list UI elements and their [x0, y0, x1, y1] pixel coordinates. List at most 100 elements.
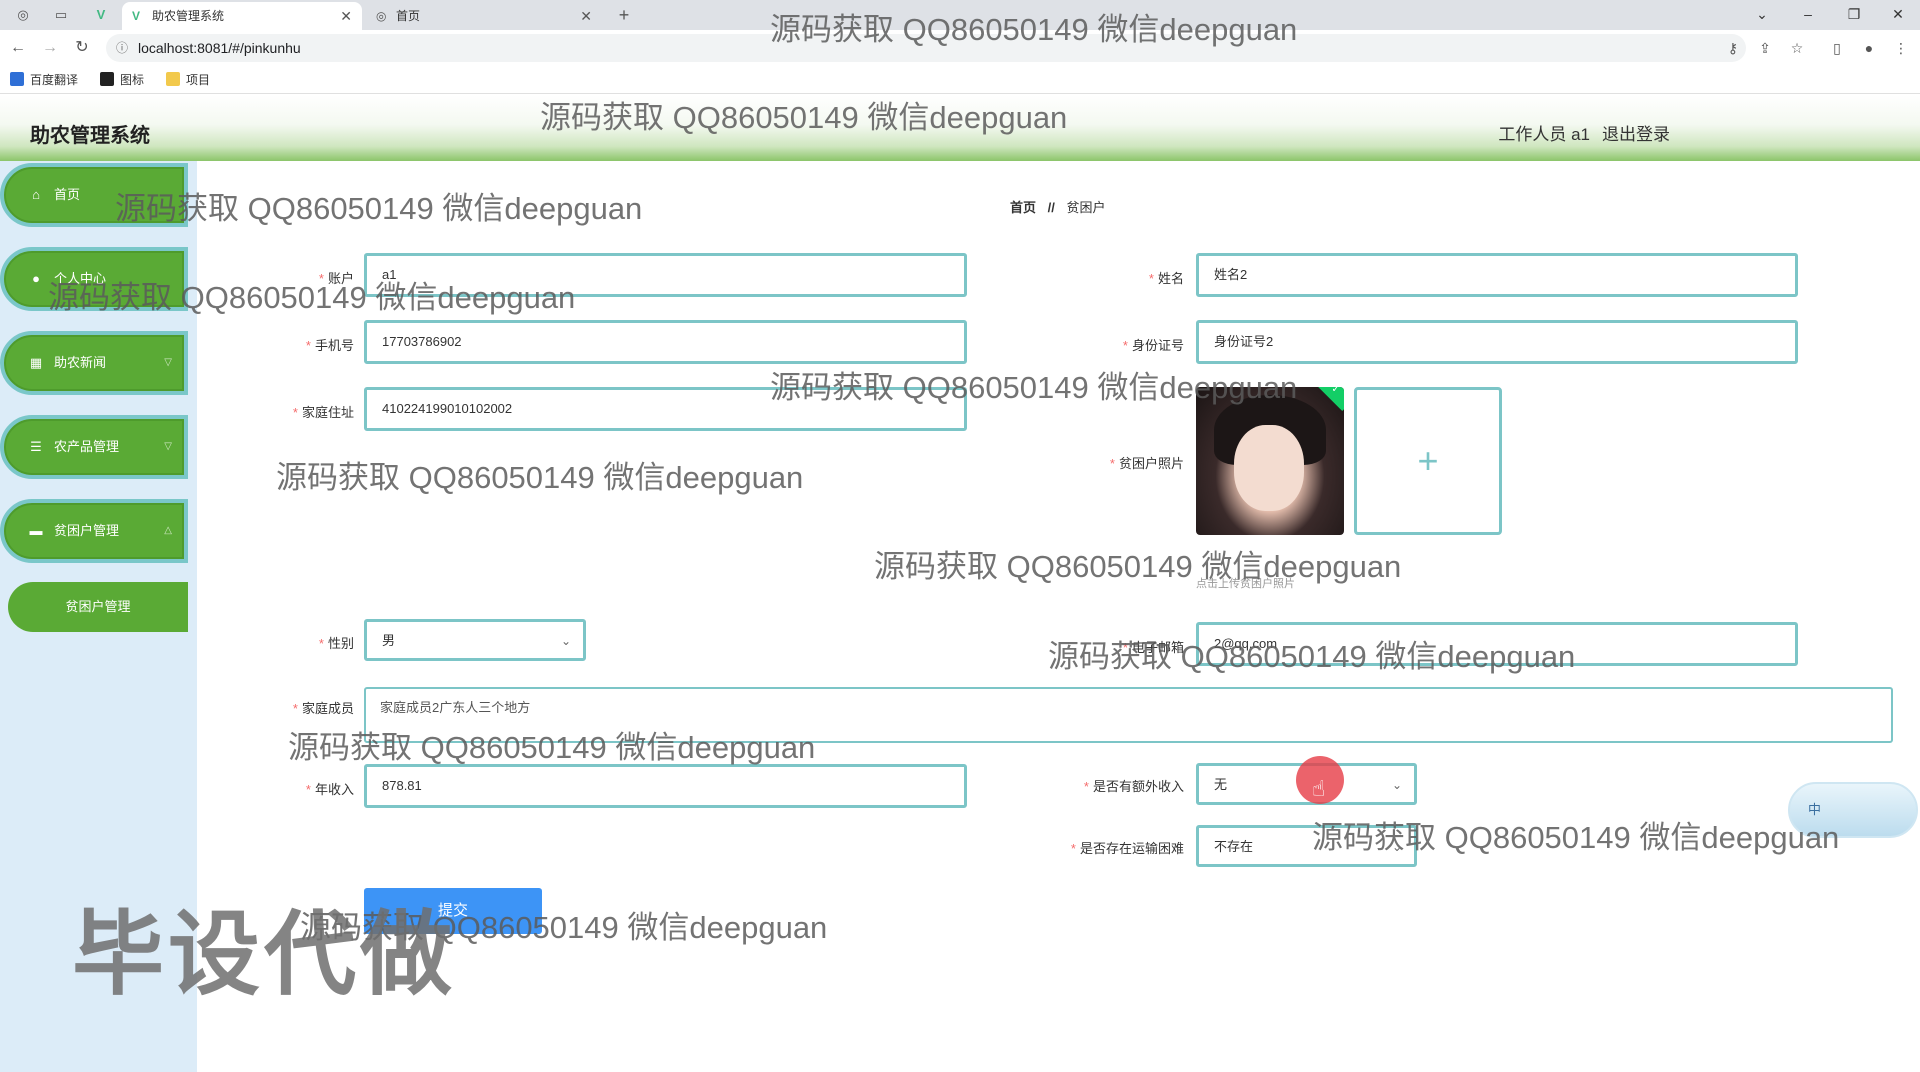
chevron-up-icon: △: [164, 525, 172, 536]
logout-link[interactable]: 退出登录: [1602, 120, 1670, 145]
bookmark-baidu[interactable]: 百度翻译: [10, 72, 78, 88]
image-icon: [100, 72, 114, 86]
photo-face: [1234, 425, 1304, 511]
hand-cursor-icon: ☝: [1312, 776, 1326, 801]
tab-app[interactable]: V 助农管理系统 ✕: [122, 2, 362, 30]
transport-label: * 是否存在运输困难: [1070, 841, 1184, 856]
monitor-icon: ▬: [29, 523, 43, 538]
menu-icon[interactable]: ⋮: [1892, 39, 1910, 57]
minimize-icon[interactable]: –: [1786, 0, 1830, 30]
uploaded-photo[interactable]: ✓: [1196, 387, 1344, 535]
tab-title: 助农管理系统: [152, 9, 225, 23]
submenu-poor-management[interactable]: 贫困户管理: [8, 582, 188, 632]
sidebar-item-label: 助农新闻: [54, 355, 107, 370]
chevron-down-icon: ⌄: [1391, 840, 1402, 854]
extra-income-value: 无: [1214, 777, 1228, 792]
close-tab-icon[interactable]: ✕: [580, 2, 592, 30]
gender-label: * 性别: [318, 636, 354, 651]
submit-button[interactable]: 提交: [364, 888, 542, 934]
globe-favicon-icon: ◎: [376, 9, 387, 23]
sidebar-item-poor[interactable]: ▬ 贫困户管理 △: [0, 499, 188, 563]
idcard-field[interactable]: 身份证号2: [1196, 320, 1798, 364]
vue-icon[interactable]: V: [92, 6, 110, 24]
close-window-icon[interactable]: ✕: [1876, 0, 1920, 30]
sidebar-item-profile[interactable]: ● 个人中心: [0, 247, 188, 311]
sidebar-item-label: 个人中心: [54, 271, 107, 286]
url-field[interactable]: ⓘ localhost:8081/#/pinkunhu: [106, 34, 1746, 62]
user-icon: ●: [32, 271, 40, 286]
info-icon[interactable]: ⓘ: [116, 34, 128, 62]
watermark-text: 源码获取 QQ86050149 微信deepguan: [276, 460, 804, 495]
extra-income-label: * 是否有额外收入: [1083, 779, 1184, 794]
key-icon[interactable]: ⚷: [1724, 39, 1742, 57]
sidebar-item-products[interactable]: ☰ 农产品管理 ▽: [0, 415, 188, 479]
address-field[interactable]: 410224199010102002: [364, 387, 967, 431]
name-label: * 姓名: [1148, 271, 1184, 286]
breadcrumb-current: 贫困户: [1066, 200, 1106, 215]
forward-icon[interactable]: →: [40, 38, 60, 58]
home-icon: ⌂: [32, 187, 40, 202]
gender-value: 男: [382, 633, 396, 648]
back-icon[interactable]: ←: [8, 38, 28, 58]
sidebar: ⌂ 首页 ● 个人中心 ▦ 助农新闻 ▽ ☰ 农产品管理 ▽ ▬ 贫困户管理 △…: [0, 161, 197, 1072]
idcard-label: * 身份证号: [1122, 338, 1184, 353]
sidebar-item-home[interactable]: ⌂ 首页: [0, 163, 188, 227]
income-field[interactable]: 878.81: [364, 764, 967, 808]
current-user: 工作人员 a1: [1498, 125, 1590, 144]
family-textarea[interactable]: 家庭成员2广东人三个地方: [364, 687, 1893, 743]
page: ◎ ▭ V V 助农管理系统 ✕ ◎ 首页 ✕ + ⌄ – ❐ ✕ ← → ↻ …: [0, 0, 1920, 1072]
phone-field[interactable]: 17703786902: [364, 320, 967, 364]
tab-home[interactable]: ◎ 首页 ✕: [366, 2, 602, 30]
share-icon[interactable]: ⇪: [1756, 39, 1774, 57]
bookmark-icons[interactable]: 图标: [100, 72, 144, 88]
sidebar-item-label: 首页: [54, 187, 81, 202]
check-icon: ✓: [1331, 387, 1340, 396]
bookmarks-bar: 百度翻译 图标 项目: [0, 66, 1920, 94]
browser-tabbar: ◎ ▭ V V 助农管理系统 ✕ ◎ 首页 ✕ + ⌄ – ❐ ✕: [0, 0, 1920, 30]
email-label: * 电子邮箱: [1122, 640, 1184, 655]
star-icon[interactable]: ☆: [1788, 39, 1806, 57]
bookmark-project[interactable]: 项目: [166, 72, 210, 88]
upload-success-badge: ✓: [1313, 387, 1344, 412]
address-label: * 家庭住址: [292, 405, 354, 420]
vue-favicon-icon: V: [132, 9, 141, 23]
sidebar-item-news[interactable]: ▦ 助农新闻 ▽: [0, 331, 188, 395]
phone-label: * 手机号: [305, 338, 354, 353]
sidebar-item-label: 农产品管理: [54, 439, 120, 454]
globe-icon[interactable]: ◎: [14, 6, 32, 24]
translate-icon: [10, 72, 24, 86]
profile-icon[interactable]: ●: [1860, 39, 1878, 57]
folder-icon: [166, 72, 180, 86]
sidebar-item-label: 贫困户管理: [54, 523, 120, 538]
tab-search-icon[interactable]: ⌄: [1740, 0, 1784, 30]
address-bar: ← → ↻ ⓘ localhost:8081/#/pinkunhu ⚷ ⇪ ☆ …: [0, 30, 1920, 66]
close-tab-icon[interactable]: ✕: [340, 2, 352, 30]
breadcrumb-home[interactable]: 首页: [1010, 200, 1036, 215]
new-tab-button[interactable]: +: [615, 6, 633, 24]
app-header: 助农管理系统 工作人员 a1 退出登录: [0, 95, 1920, 161]
transport-select[interactable]: 不存在 ⌄: [1196, 825, 1417, 867]
gender-select[interactable]: 男 ⌄: [364, 619, 586, 661]
account-field[interactable]: a1: [364, 253, 967, 297]
photo-label: * 贫困户照片: [1109, 456, 1184, 471]
account-label: * 账户: [318, 271, 354, 286]
sidepanel-icon[interactable]: ▯: [1828, 39, 1846, 57]
app-title: 助农管理系统: [30, 125, 150, 147]
grid-icon: ▦: [29, 355, 43, 370]
restore-icon[interactable]: ❐: [1832, 0, 1876, 30]
list-icon: ☰: [30, 439, 42, 454]
url-text: localhost:8081/#/pinkunhu: [138, 40, 301, 56]
income-label: * 年收入: [305, 782, 354, 797]
floating-ime-widget[interactable]: 中: [1788, 782, 1918, 838]
photo-upload-tip: 点击上传贫困户照片: [1196, 578, 1295, 590]
name-field[interactable]: 姓名2: [1196, 253, 1798, 297]
chevron-down-icon: ⌄: [560, 634, 571, 648]
reload-icon[interactable]: ↻: [72, 38, 92, 58]
email-field[interactable]: 2@qq.com: [1196, 622, 1798, 666]
breadcrumb: 首页 // 贫困户: [1010, 197, 1106, 216]
family-label: * 家庭成员: [292, 701, 354, 716]
transport-value: 不存在: [1214, 839, 1254, 854]
chevron-down-icon: ⌄: [1391, 778, 1402, 792]
photo-upload-button[interactable]: +: [1354, 387, 1502, 535]
blank-tab-icon[interactable]: ▭: [52, 6, 70, 24]
